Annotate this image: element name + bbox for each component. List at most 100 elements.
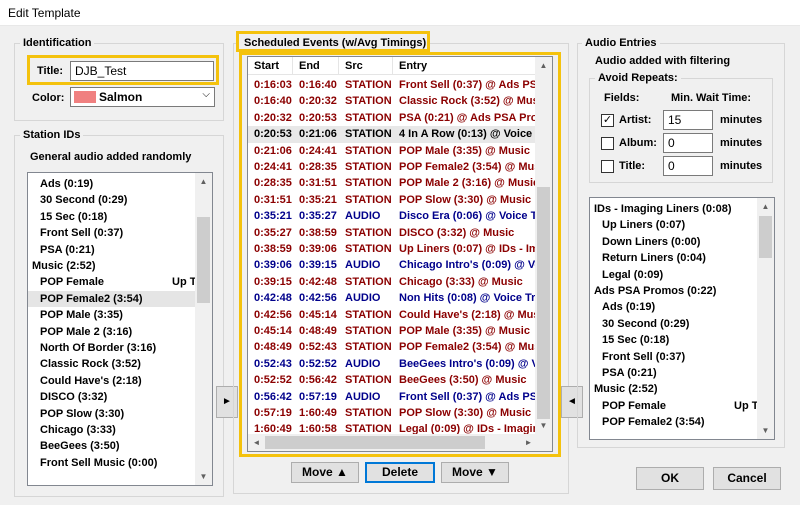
- table-row[interactable]: 0:39:15 0:42:48 STATION Chicago (3:33) @ Mu…: [248, 274, 537, 290]
- table-row[interactable]: 0:20:53 0:21:06 STATION 4 In A Row (0:13) @…: [248, 126, 537, 143]
- list-item[interactable]: IDs - Imaging Liners (0:08): [590, 201, 759, 217]
- artist-wait-input[interactable]: 15: [663, 110, 713, 130]
- list-item[interactable]: Ads (0:19): [590, 299, 759, 315]
- table-row[interactable]: 0:31:51 0:35:21 STATION POP Slow (3:30) @ M…: [248, 192, 537, 208]
- album-wait-input[interactable]: 0: [663, 133, 713, 153]
- list-item[interactable]: North Of Border (3:16): [28, 340, 197, 356]
- list-item[interactable]: Ads PSA Promos (0:22): [590, 283, 759, 299]
- table-row[interactable]: 0:28:35 0:31:51 STATION POP Male 2 (3:16) @…: [248, 175, 537, 191]
- cell-entry: POP Slow (3:30) @ Music: [399, 407, 532, 419]
- list-item[interactable]: Up Liners (0:07): [590, 217, 759, 233]
- list-item[interactable]: POP Female2 (3:54): [590, 414, 759, 430]
- list-item[interactable]: Ads (0:19): [28, 176, 197, 192]
- scroll-thumb[interactable]: [197, 217, 210, 303]
- list-item[interactable]: Legal (0:09): [590, 267, 759, 283]
- scheduled-events-list[interactable]: Start End Src Entry 0:16:03 0:16:40 STATIO…: [247, 56, 553, 452]
- scroll-left-icon[interactable]: ◄: [248, 434, 265, 451]
- color-label: Color:: [32, 92, 65, 104]
- list-item[interactable]: POP Female Up Te: [28, 274, 202, 290]
- list-item[interactable]: Return Liners (0:04): [590, 250, 759, 266]
- list-item[interactable]: 30 Second (0:29): [28, 192, 197, 208]
- table-row[interactable]: 0:45:14 0:48:49 STATION POP Male (3:35) @ M…: [248, 323, 537, 339]
- audio-entries-list[interactable]: IDs - Imaging Liners (0:08) Up Liners (0:…: [589, 197, 775, 440]
- list-item[interactable]: Music (2:52): [590, 381, 759, 397]
- cancel-button[interactable]: Cancel: [713, 467, 781, 490]
- cell-entry: Could Have's (2:18) @ Music: [399, 308, 537, 321]
- scroll-down-icon[interactable]: ▼: [195, 468, 212, 485]
- col-src-header[interactable]: Src: [345, 60, 363, 72]
- list-item[interactable]: 15 Sec (0:18): [590, 332, 759, 348]
- list-item[interactable]: 15 Sec (0:18): [28, 209, 197, 225]
- scroll-thumb[interactable]: [537, 187, 550, 419]
- scroll-thumb[interactable]: [759, 216, 772, 258]
- table-row[interactable]: 0:38:59 0:39:06 STATION Up Liners (0:07) @ …: [248, 241, 537, 257]
- scheduled-vscroll[interactable]: ▲ ▼: [535, 57, 552, 434]
- list-item[interactable]: Classic Rock (3:52): [28, 356, 197, 372]
- table-row[interactable]: 0:35:27 0:38:59 STATION DISCO (3:32) @ Musi…: [248, 225, 537, 241]
- scroll-down-icon[interactable]: ▼: [757, 422, 774, 439]
- scroll-up-icon[interactable]: ▲: [757, 198, 774, 215]
- list-item[interactable]: DISCO (3:32): [28, 389, 197, 405]
- table-row[interactable]: 0:56:42 0:57:19 AUDIO Front Sell (0:37) @ A…: [248, 389, 537, 405]
- table-row[interactable]: 0:42:48 0:42:56 AUDIO Non Hits (0:08) @ Voi…: [248, 290, 537, 306]
- list-item[interactable]: Music (2:52): [28, 258, 197, 274]
- list-item[interactable]: POP Female2 (3:54): [28, 290, 197, 307]
- table-row[interactable]: 0:48:49 0:52:43 STATION POP Female2 (3:54) …: [248, 339, 537, 355]
- move-up-button[interactable]: Move ▲: [291, 462, 359, 483]
- table-row[interactable]: 0:16:03 0:16:40 STATION Front Sell (0:37) @…: [248, 77, 537, 93]
- color-select[interactable]: Salmon ⌵: [70, 87, 215, 107]
- album-checkbox[interactable]: [601, 137, 614, 150]
- list-item[interactable]: Front Sell (0:37): [28, 225, 197, 241]
- list-item-label: 30 Second (0:29): [40, 194, 128, 207]
- cell-entry: Non Hits (0:08) @ Voice Track: [399, 292, 537, 305]
- title-wait-input[interactable]: 0: [663, 156, 713, 176]
- table-row[interactable]: 0:24:41 0:28:35 STATION POP Female2 (3:54) …: [248, 159, 537, 175]
- scroll-down-icon[interactable]: ▼: [535, 417, 552, 434]
- title-checkbox[interactable]: [601, 160, 614, 173]
- scheduled-hscroll[interactable]: ◄ ►: [248, 434, 537, 451]
- table-row[interactable]: 0:20:32 0:20:53 STATION PSA (0:21) @ Ads PS…: [248, 110, 537, 126]
- col-end-header[interactable]: End: [299, 60, 320, 72]
- list-item-label: Music (2:52): [32, 260, 96, 272]
- audio-entries-vscroll[interactable]: ▲ ▼: [757, 198, 774, 439]
- scroll-up-icon[interactable]: ▲: [535, 57, 552, 74]
- cell-end: 0:57:19: [299, 390, 337, 403]
- scroll-up-icon[interactable]: ▲: [195, 173, 212, 190]
- list-item[interactable]: 30 Second (0:29): [590, 316, 759, 332]
- title-input[interactable]: DJB_Test: [70, 61, 214, 81]
- scroll-thumb[interactable]: [265, 436, 485, 449]
- list-item-label: Ads PSA Promos (0:22): [594, 285, 717, 297]
- delete-button[interactable]: Delete: [365, 462, 435, 483]
- table-row[interactable]: 0:42:56 0:45:14 STATION Could Have's (2:18)…: [248, 307, 537, 323]
- station-ids-vscroll[interactable]: ▲ ▼: [195, 173, 212, 485]
- list-item[interactable]: Front Sell (0:37): [590, 349, 759, 365]
- artist-checkbox[interactable]: ✓: [601, 114, 614, 127]
- list-item[interactable]: POP Male (3:35): [28, 307, 197, 323]
- table-row[interactable]: 0:57:19 1:60:49 STATION POP Slow (3:30) @ M…: [248, 405, 537, 421]
- table-row[interactable]: 0:35:21 0:35:27 AUDIO Disco Era (0:06) @ Vo…: [248, 208, 537, 224]
- station-ids-list[interactable]: Ads (0:19) 30 Second (0:29) 15 Sec (0:18) F…: [27, 172, 213, 486]
- list-item[interactable]: Front Sell Music (0:00): [28, 455, 197, 471]
- list-item[interactable]: Could Have's (2:18): [28, 373, 197, 389]
- table-row[interactable]: 0:21:06 0:24:41 STATION POP Male (3:35) @ M…: [248, 143, 537, 159]
- list-item-label: North Of Border (3:16): [40, 342, 157, 354]
- list-item[interactable]: POP Male 2 (3:16): [28, 324, 197, 340]
- table-row[interactable]: 0:52:43 0:52:52 AUDIO BeeGees Intro's (0:09…: [248, 356, 537, 372]
- list-item[interactable]: POP Slow (3:30): [28, 406, 197, 422]
- cell-entry: Classic Rock (3:52) @ Music: [399, 95, 537, 108]
- table-row[interactable]: 0:39:06 0:39:15 AUDIO Chicago Intro's (0:09…: [248, 257, 537, 273]
- list-item[interactable]: BeeGees (3:50): [28, 438, 197, 454]
- list-item[interactable]: PSA (0:21): [28, 242, 197, 258]
- list-item[interactable]: Down Liners (0:00): [590, 234, 759, 250]
- list-item-label: Classic Rock (3:52): [40, 358, 141, 371]
- col-entry-header[interactable]: Entry: [399, 60, 427, 72]
- list-item[interactable]: Chicago (3:33): [28, 422, 197, 438]
- list-item[interactable]: POP Female Up Te: [590, 398, 764, 414]
- title-field-label: Title:: [619, 160, 646, 172]
- table-row[interactable]: 0:16:40 0:20:32 STATION Classic Rock (3:52)…: [248, 93, 537, 109]
- table-row[interactable]: 0:52:52 0:56:42 STATION BeeGees (3:50) @ Mu…: [248, 372, 537, 388]
- col-start-header[interactable]: Start: [254, 60, 279, 72]
- ok-button[interactable]: OK: [636, 467, 704, 490]
- list-item[interactable]: PSA (0:21): [590, 365, 759, 381]
- move-down-button[interactable]: Move ▼: [441, 462, 509, 483]
